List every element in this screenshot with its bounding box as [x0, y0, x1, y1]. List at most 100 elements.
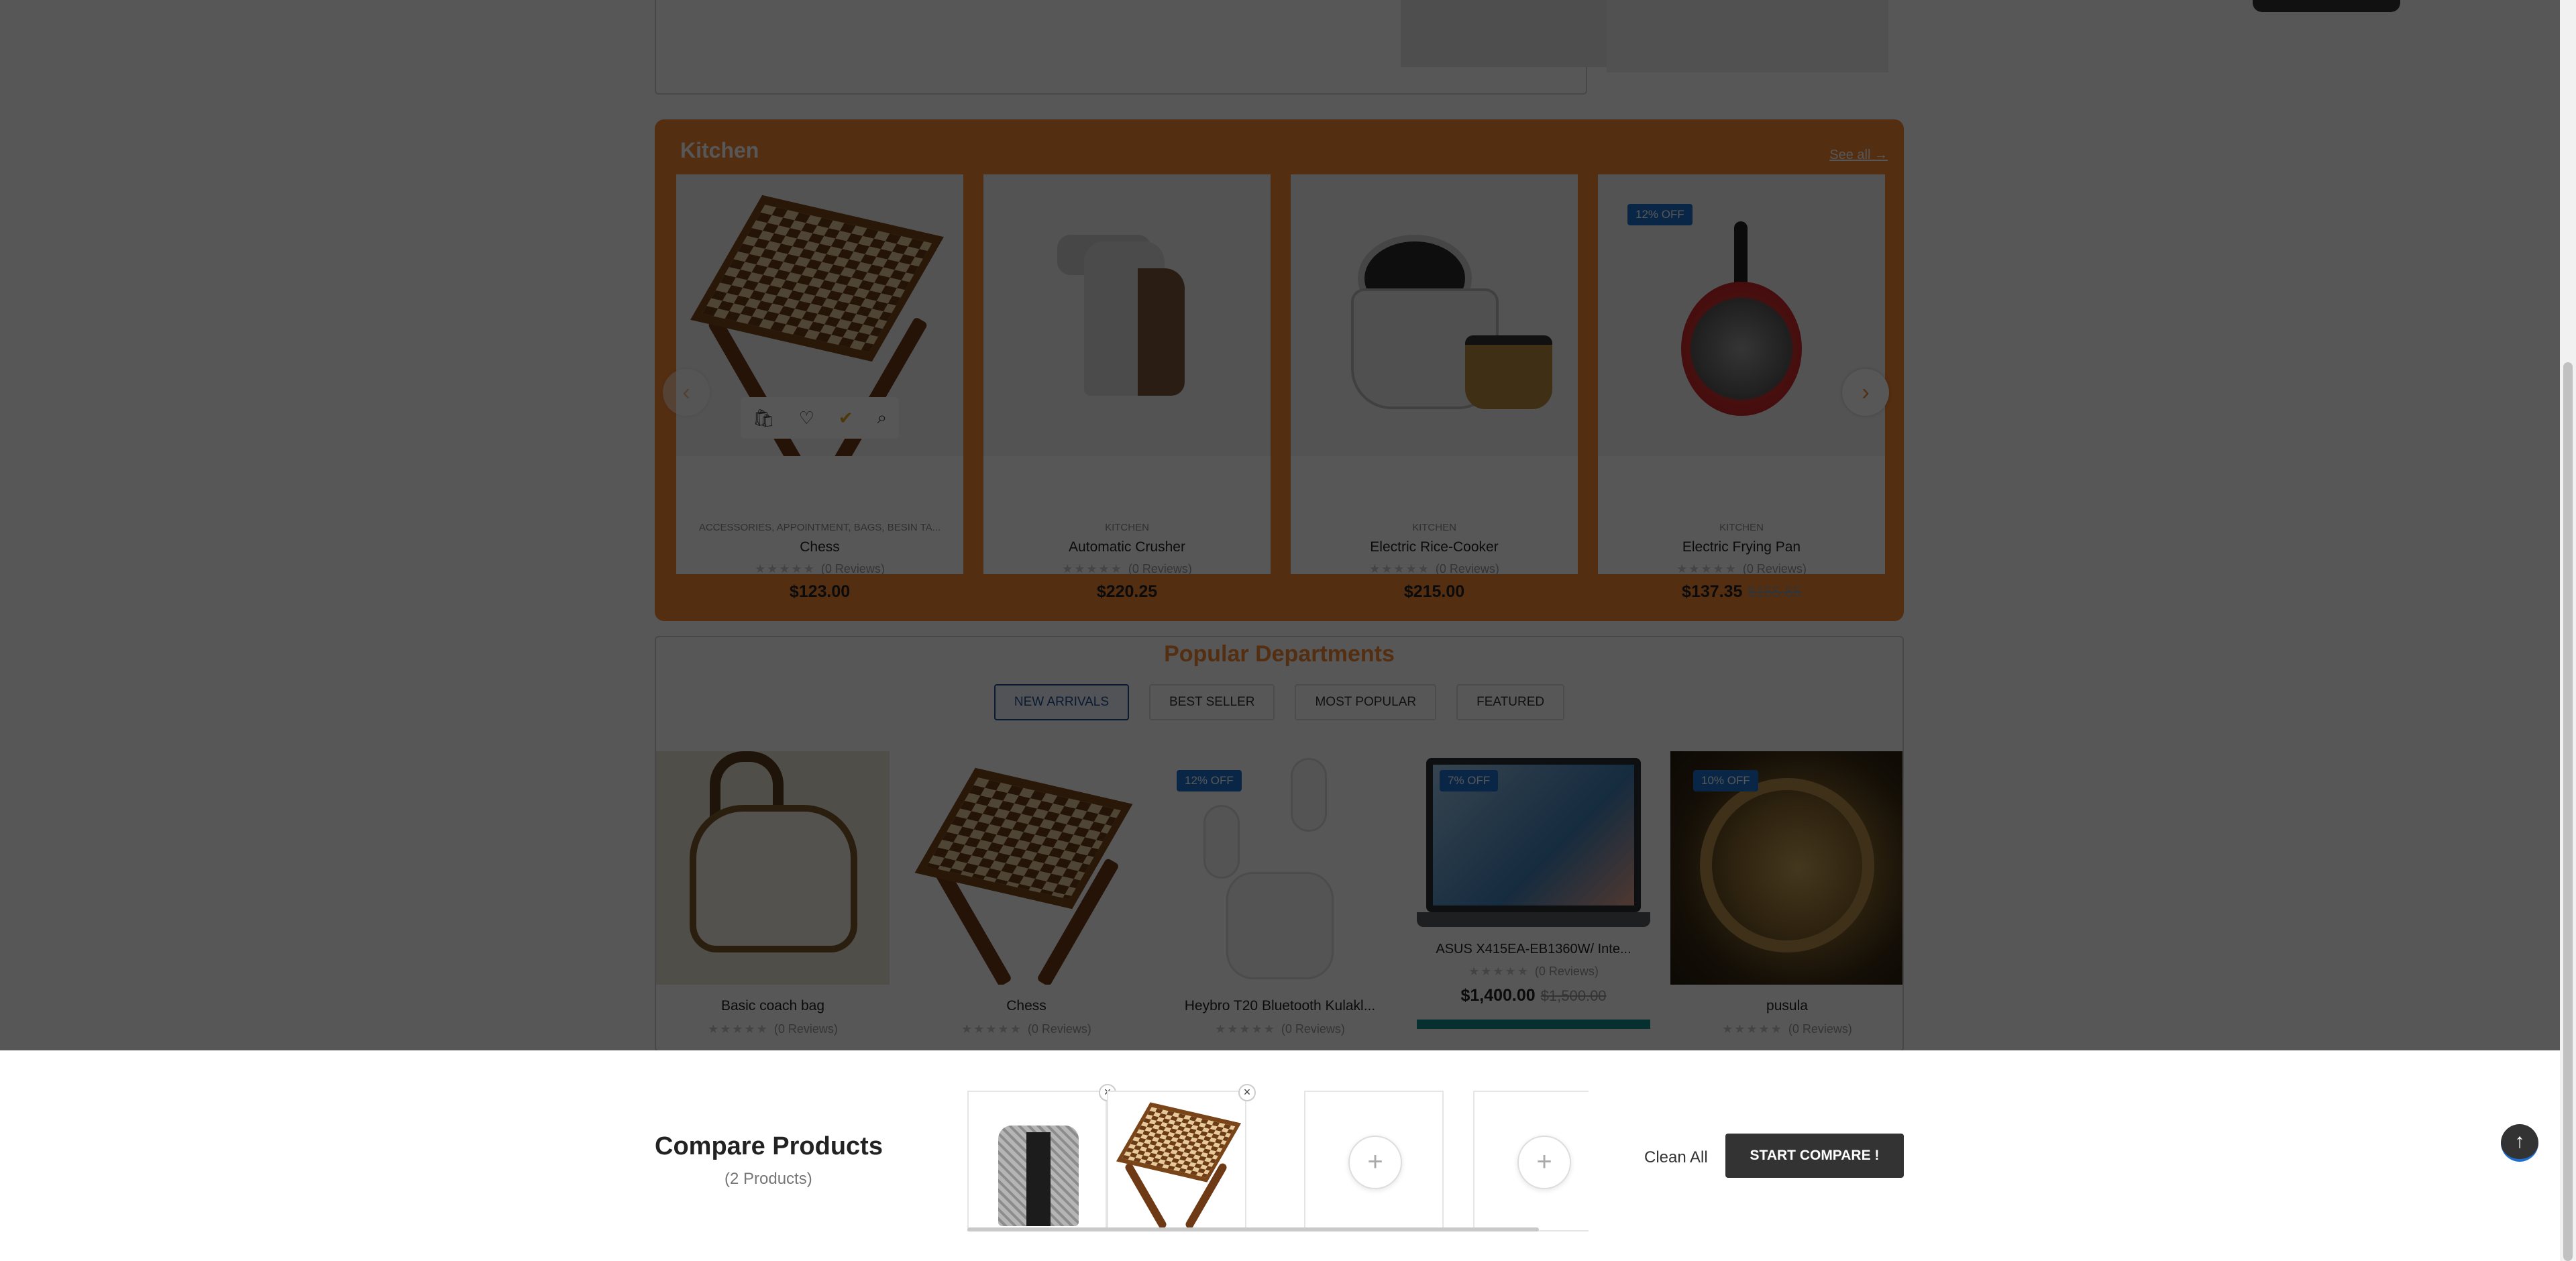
product-category[interactable]: KITCHEN: [1291, 522, 1578, 533]
earbud-right: [1291, 758, 1327, 832]
star-icons: ★★★★★: [1676, 562, 1737, 575]
heart-icon[interactable]: ♡: [799, 408, 814, 429]
price: $1,400.00: [1460, 986, 1536, 1005]
review-count: (0 Reviews): [1742, 562, 1807, 575]
cart-icon[interactable]: 🛍: [753, 408, 775, 429]
product-image[interactable]: [910, 751, 1143, 985]
review-count: (0 Reviews): [1534, 965, 1599, 978]
department-tabs: NEW ARRIVALS BEST SELLER MOST POPULAR FE…: [656, 684, 1902, 720]
product-image[interactable]: 🛍 ♡ ✔ ⌕: [676, 174, 963, 456]
product-rating: ★★★★★ (0 Reviews): [676, 562, 963, 576]
compare-slot-empty[interactable]: +: [1304, 1091, 1444, 1231]
check-icon[interactable]: ✔: [839, 408, 853, 429]
tab-best-seller[interactable]: BEST SELLER: [1149, 684, 1275, 720]
product-card[interactable]: KITCHEN Electric Rice-Cooker ★★★★★ (0 Rev…: [1291, 174, 1578, 601]
compare-slot[interactable]: ×: [1107, 1084, 1256, 1231]
start-compare-button[interactable]: START COMPARE !: [1725, 1134, 1904, 1178]
earbud-left: [1203, 805, 1240, 879]
star-icons: ★★★★★: [1369, 562, 1430, 575]
chevron-right-icon: ›: [1862, 379, 1870, 405]
earbud-case: [1226, 872, 1334, 979]
add-icon[interactable]: +: [1517, 1136, 1571, 1189]
compare-slot[interactable]: ×: [967, 1084, 1116, 1231]
review-count: (0 Reviews): [1128, 562, 1192, 575]
search-icon[interactable]: ⌕: [877, 407, 888, 429]
arrow-up-icon: ↑: [2514, 1130, 2525, 1152]
tab-new-arrivals[interactable]: NEW ARRIVALS: [994, 684, 1130, 720]
bag: [690, 805, 857, 952]
back-to-top-button[interactable]: ↑: [2501, 1124, 2538, 1162]
product-rating: ★★★★★ (0 Reviews): [1598, 562, 1885, 576]
tab-featured[interactable]: FEATURED: [1456, 684, 1565, 720]
price: $137.35: [1682, 582, 1743, 601]
popular-departments-section: Popular Departments NEW ARRIVALS BEST SE…: [655, 636, 1904, 1052]
section-title: Kitchen: [680, 138, 759, 162]
product-card[interactable]: 🛍 ♡ ✔ ⌕ ACCESSORIES, APPOINTMENT, BAGS, …: [676, 174, 963, 601]
product-card[interactable]: 12% OFF Heybro T20 Bluetooth Kulakl... ★…: [1163, 751, 1397, 1050]
product-image[interactable]: 7% OFF: [1417, 751, 1650, 927]
chevron-left-icon: ‹: [682, 379, 690, 405]
laptop-base: [1417, 912, 1650, 927]
product-card[interactable]: KITCHEN Automatic Crusher ★★★★★ (0 Review…: [983, 174, 1271, 601]
carousel-prev-button[interactable]: ‹: [663, 369, 710, 416]
product-card[interactable]: 12% OFF KITCHEN Electric Frying Pan ★★★★…: [1598, 174, 1885, 601]
product-category[interactable]: KITCHEN: [983, 522, 1271, 533]
compare-scrollbar[interactable]: [967, 1227, 1539, 1231]
discount-badge: 12% OFF: [1627, 204, 1693, 225]
product-card[interactable]: 10% OFF pusula ★★★★★ (0 Reviews): [1670, 751, 1902, 1050]
product-name[interactable]: Electric Rice-Cooker: [1291, 539, 1578, 555]
product-image[interactable]: [656, 751, 890, 985]
star-icons: ★★★★★: [708, 1022, 769, 1036]
product-name[interactable]: pusula: [1670, 998, 1902, 1014]
table-leg: [1124, 1162, 1168, 1230]
product-name[interactable]: Heybro T20 Bluetooth Kulakl...: [1163, 998, 1397, 1014]
review-count: (0 Reviews): [773, 1022, 838, 1036]
star-icons: ★★★★★: [1062, 562, 1123, 575]
clean-all-link[interactable]: Clean All: [1644, 1148, 1708, 1167]
tab-most-popular[interactable]: MOST POPULAR: [1295, 684, 1437, 720]
product-rating: ★★★★★ (0 Reviews): [1291, 562, 1578, 576]
kitchen-section: Kitchen See all → 🛍 ♡ ✔ ⌕ ACCESSORIES, A…: [655, 119, 1904, 621]
discount-badge: 7% OFF: [1440, 770, 1499, 791]
review-count: (0 Reviews): [820, 562, 885, 575]
remove-compare-button[interactable]: ×: [1238, 1084, 1256, 1101]
add-icon[interactable]: +: [1348, 1136, 1402, 1189]
discount-badge: 10% OFF: [1693, 770, 1758, 791]
coat-inner: [1026, 1132, 1051, 1226]
scrollbar-thumb[interactable]: [2563, 362, 2573, 1261]
product-image[interactable]: [983, 174, 1271, 456]
product-image[interactable]: 12% OFF: [1598, 174, 1885, 456]
product-name[interactable]: Basic coach bag: [656, 998, 890, 1014]
product-rating: ★★★★★ (0 Reviews): [656, 1022, 890, 1036]
carousel-next-button[interactable]: ›: [1842, 369, 1889, 416]
product-name[interactable]: Chess: [676, 539, 963, 555]
product-name[interactable]: Electric Frying Pan: [1598, 539, 1885, 555]
product-price: $215.00: [1291, 582, 1578, 602]
product-image[interactable]: 12% OFF: [1163, 751, 1397, 985]
product-name[interactable]: Automatic Crusher: [983, 539, 1271, 555]
product-card[interactable]: 7% OFF ASUS X415EA-EB1360W/ Inte... ★★★★…: [1417, 751, 1650, 1050]
product-image[interactable]: 10% OFF: [1670, 751, 1902, 985]
product-name[interactable]: ASUS X415EA-EB1360W/ Inte...: [1417, 942, 1650, 957]
product-name[interactable]: Chess: [910, 998, 1143, 1014]
compass-ring: [1700, 778, 1874, 952]
section-title: Popular Departments: [1164, 641, 1395, 667]
star-icons: ★★★★★: [1468, 965, 1529, 978]
product-category[interactable]: KITCHEN: [1598, 522, 1885, 533]
price: $220.25: [1096, 582, 1158, 601]
compare-slot-empty[interactable]: +: [1473, 1091, 1589, 1231]
see-all-link[interactable]: See all →: [1829, 148, 1888, 163]
product-card[interactable]: Chess ★★★★★ (0 Reviews): [910, 751, 1143, 1050]
product-price: $123.00: [676, 582, 963, 602]
product-price: $220.25: [983, 582, 1271, 602]
product-card[interactable]: Basic coach bag ★★★★★ (0 Reviews): [656, 751, 890, 1050]
product-category[interactable]: ACCESSORIES, APPOINTMENT, BAGS, BESIN TA…: [676, 522, 963, 533]
grinder-side: [1138, 268, 1185, 396]
product-image[interactable]: [1291, 174, 1578, 456]
page-scrollbar[interactable]: [2560, 0, 2576, 1261]
review-count: (0 Reviews): [1788, 1022, 1852, 1036]
product-rating: ★★★★★ (0 Reviews): [910, 1022, 1143, 1036]
product-rating: ★★★★★ (0 Reviews): [1163, 1022, 1397, 1036]
add-to-cart-bar[interactable]: [1417, 1020, 1650, 1029]
previous-section-box: [655, 0, 2400, 95]
